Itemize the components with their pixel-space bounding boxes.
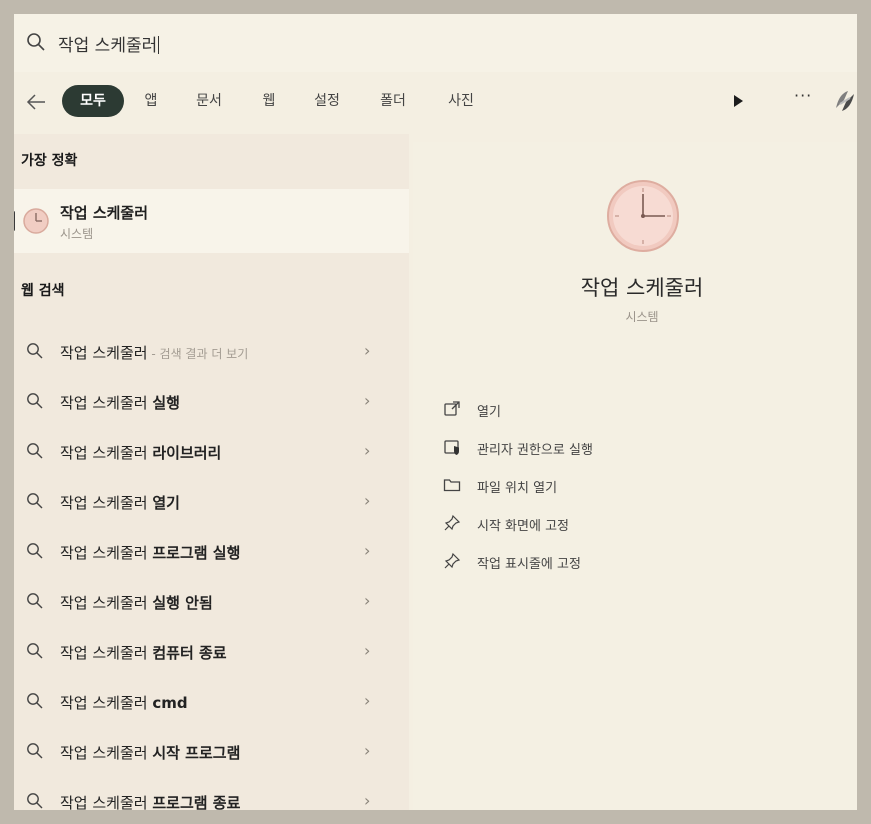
- search-icon: [26, 792, 44, 810]
- results-list: 가장 정확 작업 스케줄러 시스템 웹 검색 작업 스케줄러 - 검색 결과 더…: [14, 134, 409, 810]
- tab-photos[interactable]: 사진: [432, 85, 490, 117]
- web-search-item[interactable]: 작업 스케줄러 컴퓨터 종료 ›: [14, 627, 409, 677]
- web-search-item[interactable]: 작업 스케줄러 cmd ›: [14, 677, 409, 727]
- search-icon: [26, 492, 44, 510]
- search-icon: [26, 542, 44, 560]
- chevron-right-icon: ›: [364, 591, 371, 610]
- back-arrow-icon[interactable]: [24, 90, 48, 114]
- search-bar[interactable]: 작업 스케줄러: [14, 14, 857, 72]
- chevron-right-icon: ›: [364, 691, 371, 710]
- tab-settings[interactable]: 설정: [298, 85, 356, 117]
- chevron-right-icon: ›: [364, 741, 371, 760]
- web-search-item-label: 작업 스케줄러 실행: [60, 394, 180, 412]
- task-scheduler-large-icon: [605, 178, 681, 254]
- search-input[interactable]: 작업 스케줄러: [58, 31, 160, 56]
- tab-folders[interactable]: 폴더: [364, 85, 422, 117]
- web-search-item[interactable]: 작업 스케줄러 실행 ›: [14, 377, 409, 427]
- folder-icon: [443, 476, 461, 494]
- web-search-item[interactable]: 작업 스케줄러 - 검색 결과 더 보기 ›: [14, 327, 409, 377]
- best-match-subtitle: 시스템: [60, 227, 94, 241]
- detail-title: 작업 스케줄러: [580, 276, 704, 300]
- web-search-item-label: 작업 스케줄러 cmd: [60, 694, 188, 712]
- web-search-item-label: 작업 스케줄러 프로그램 종료: [60, 794, 241, 810]
- web-search-item[interactable]: 작업 스케줄러 라이브러리 ›: [14, 427, 409, 477]
- more-options-button[interactable]: ···: [794, 86, 812, 105]
- search-icon: [26, 392, 44, 410]
- best-match-title: 작업 스케줄러: [60, 204, 149, 222]
- shield-icon: [443, 438, 461, 456]
- chevron-right-icon: ›: [364, 791, 371, 810]
- search-icon: [26, 32, 46, 52]
- search-icon: [26, 442, 44, 460]
- web-search-item-label: 작업 스케줄러 열기: [60, 494, 180, 512]
- web-search-item-label: 작업 스케줄러 프로그램 실행: [60, 544, 241, 562]
- web-search-item-label: 작업 스케줄러 실행 안됨: [60, 594, 213, 612]
- search-icon: [26, 742, 44, 760]
- selection-indicator: [14, 211, 15, 231]
- chevron-right-icon: ›: [364, 491, 371, 510]
- web-search-item[interactable]: 작업 스케줄러 시작 프로그램 ›: [14, 727, 409, 777]
- copilot-icon[interactable]: [830, 86, 857, 116]
- filter-row: 모두 앱 문서 웹 설정 폴더 사진 ···: [14, 82, 857, 122]
- chevron-right-icon: ›: [364, 641, 371, 660]
- web-search-item-label: 작업 스케줄러 컴퓨터 종료: [60, 644, 227, 662]
- chevron-right-icon: ›: [364, 391, 371, 410]
- pin-icon: [443, 552, 461, 570]
- detail-subtitle: 시스템: [625, 310, 659, 324]
- play-icon[interactable]: [734, 95, 743, 107]
- web-search-item-label: 작업 스케줄러 - 검색 결과 더 보기: [60, 344, 249, 362]
- web-search-item[interactable]: 작업 스케줄러 프로그램 종료 ›: [14, 777, 409, 810]
- best-match-heading: 가장 정확: [21, 153, 78, 169]
- chevron-right-icon: ›: [364, 441, 371, 460]
- web-search-item[interactable]: 작업 스케줄러 열기 ›: [14, 477, 409, 527]
- tab-apps[interactable]: 앱: [134, 85, 168, 117]
- best-match-item[interactable]: 작업 스케줄러 시스템: [14, 189, 409, 253]
- open-external-icon: [443, 400, 461, 418]
- web-search-heading: 웹 검색: [21, 283, 65, 299]
- tab-web[interactable]: 웹: [252, 85, 286, 117]
- search-icon: [26, 692, 44, 710]
- detail-pane: 작업 스케줄러 시스템 열기 관리자 권한으로 실행 파일 위치 열기 시작 화…: [413, 142, 857, 810]
- search-icon: [26, 642, 44, 660]
- web-search-item-label: 작업 스케줄러 라이브러리: [60, 444, 222, 462]
- chevron-right-icon: ›: [364, 341, 371, 360]
- search-window: 작업 스케줄러 모두 앱 문서 웹 설정 폴더 사진 ··· 가장 정확 작업 …: [14, 14, 857, 810]
- web-search-item[interactable]: 작업 스케줄러 프로그램 실행 ›: [14, 527, 409, 577]
- web-search-item[interactable]: 작업 스케줄러 실행 안됨 ›: [14, 577, 409, 627]
- tab-all[interactable]: 모두: [62, 85, 124, 117]
- tab-documents[interactable]: 문서: [178, 85, 240, 117]
- search-icon: [26, 342, 44, 360]
- pin-icon: [443, 514, 461, 532]
- search-icon: [26, 592, 44, 610]
- web-search-item-label: 작업 스케줄러 시작 프로그램: [60, 744, 241, 762]
- chevron-right-icon: ›: [364, 541, 371, 560]
- task-scheduler-clock-icon: [22, 207, 50, 235]
